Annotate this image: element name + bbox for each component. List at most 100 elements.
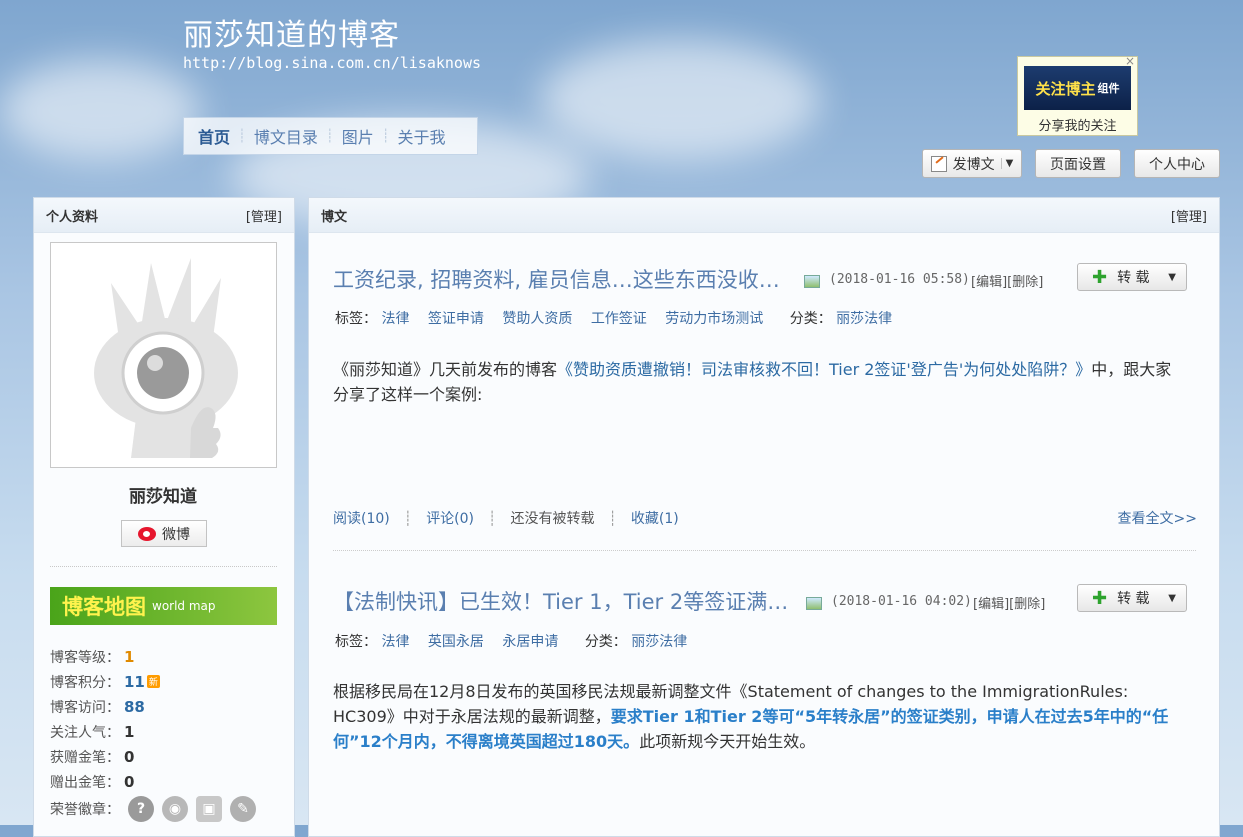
read-more-link[interactable]: 查看全文>>: [1118, 508, 1197, 528]
follow-banner-sub: 组件: [1097, 82, 1120, 95]
chevron-down-icon[interactable]: ▼: [1168, 593, 1176, 604]
avatar[interactable]: [50, 242, 277, 468]
post-time: (2018-01-16 04:02): [831, 594, 972, 609]
post-excerpt: 根据移民局在12月8日发布的英国移民法规最新调整文件《Statement of …: [333, 679, 1173, 754]
tag-link[interactable]: 永居申请: [502, 634, 558, 650]
blog-url[interactable]: http://blog.sina.com.cn/lisaknows: [183, 54, 481, 72]
comment-count-link[interactable]: 评论(0): [426, 511, 474, 527]
delete-link[interactable]: [删除]: [1007, 275, 1043, 290]
post-tags: 标签： 法律 英国永居 永居申请 分类： 丽莎法律: [335, 631, 701, 651]
blog-nav: 首页 ┊ 博文目录 ┊ 图片 ┊ 关于我: [183, 117, 478, 155]
profile-panel-title: 个人资料: [46, 209, 99, 225]
post-time: (2018-01-16 05:58): [829, 272, 970, 287]
stat-value: 0: [124, 747, 135, 766]
repost-label: 转 载: [1117, 270, 1150, 286]
meta-separator: ┊: [608, 511, 617, 527]
close-icon[interactable]: ×: [1125, 54, 1135, 68]
stat-points: 博客积分： 11 新: [50, 669, 256, 694]
repost-status: 还没有被转载: [510, 511, 595, 527]
camera-badge-icon[interactable]: ◉: [162, 796, 188, 822]
stat-value: 0: [124, 772, 135, 791]
post-article-label: 发博文: [952, 156, 995, 173]
category-link[interactable]: 丽莎法律: [631, 634, 687, 650]
blog-map-banner[interactable]: 博客地图 world map: [50, 587, 277, 625]
question-badge-icon[interactable]: ?: [128, 796, 154, 822]
repost-button[interactable]: ✚ 转 载 ▼: [1077, 584, 1187, 612]
stat-label: 荣誉徽章：: [50, 802, 120, 818]
new-badge: 新: [146, 675, 160, 688]
share-follow-link[interactable]: 分享我的关注: [1018, 115, 1137, 134]
profile-panel: 个人资料 [管理] 丽莎知道 微博 博客地图 world map 博客等级： 1: [33, 197, 295, 837]
post-article-button[interactable]: 发博文 ▼: [922, 149, 1022, 178]
stat-label: 获赠金笔：: [50, 749, 120, 766]
post-title[interactable]: 工资纪录, 招聘资料, 雇员信息…这些东西没收…: [333, 264, 780, 294]
tag-link[interactable]: 赞助人资质: [502, 311, 572, 327]
post-divider: [333, 550, 1196, 551]
nav-separator: ┊: [238, 128, 246, 144]
weibo-icon: [138, 526, 156, 541]
meta-separator: ┊: [403, 511, 413, 527]
follow-banner[interactable]: 关注博主 组件: [1024, 66, 1131, 110]
post-title[interactable]: 【法制快讯】已生效！Tier 1，Tier 2等签证满…: [333, 586, 788, 616]
default-avatar-icon: [94, 258, 238, 458]
stat-value[interactable]: 1: [124, 648, 134, 666]
background-cloud: [0, 60, 200, 160]
stat-value: 1: [124, 722, 135, 741]
posts-panel-title: 博文: [321, 209, 348, 225]
tag-link[interactable]: 法律: [381, 311, 409, 327]
read-count-link[interactable]: 阅读(10): [333, 511, 390, 527]
favorite-link[interactable]: 收藏(1): [631, 511, 679, 527]
pen-badge-icon[interactable]: ✎: [230, 796, 256, 822]
image-icon: [804, 275, 820, 288]
tag-link[interactable]: 劳动力市场测试: [665, 311, 763, 327]
profile-manage-link[interactable]: [管理]: [246, 206, 282, 225]
nav-article-list[interactable]: 博文目录: [246, 124, 326, 148]
stat-label: 关注人气：: [50, 724, 120, 741]
stat-honor-badges: 荣誉徽章： ? ◉ ▣ ✎: [50, 794, 256, 824]
chevron-down-icon[interactable]: ▼: [1168, 272, 1176, 283]
stat-label: 博客等级：: [50, 649, 120, 666]
stat-pens-given: 赠出金笔： 0: [50, 769, 256, 794]
stat-pens-received: 获赠金笔： 0: [50, 744, 256, 769]
personal-center-button[interactable]: 个人中心: [1134, 149, 1220, 178]
page-settings-button[interactable]: 页面设置: [1035, 149, 1121, 178]
post-excerpt: 《丽莎知道》几天前发布的博客《赞助资质遭撤销！司法审核救不回！Tier 2签证'…: [333, 357, 1173, 407]
nav-images[interactable]: 图片: [334, 124, 382, 148]
excerpt-link[interactable]: 《赞助资质遭撤销！司法审核救不回！Tier 2签证'登广告'为何处处陷阱？》: [557, 360, 1091, 379]
tags-label: 标签：: [335, 634, 377, 650]
lock-badge-icon[interactable]: ▣: [196, 796, 222, 822]
weibo-button[interactable]: 微博: [121, 520, 207, 547]
repost-label: 转 载: [1117, 591, 1150, 607]
tag-link[interactable]: 签证申请: [428, 311, 484, 327]
profile-name[interactable]: 丽莎知道: [34, 482, 292, 507]
tag-link[interactable]: 英国永居: [428, 634, 484, 650]
nav-home[interactable]: 首页: [198, 124, 238, 148]
posts-manage-link[interactable]: [管理]: [1171, 206, 1207, 225]
tag-link[interactable]: 工作签证: [591, 311, 647, 327]
post-operations: [编辑][删除]: [971, 271, 1043, 290]
nav-about[interactable]: 关于我: [390, 124, 454, 148]
stat-value: 88: [124, 697, 145, 716]
category-link[interactable]: 丽莎法律: [836, 311, 892, 327]
repost-button[interactable]: ✚ 转 载 ▼: [1077, 263, 1187, 291]
post-operations: [编辑][删除]: [973, 593, 1045, 612]
stat-label: 博客积分：: [50, 674, 120, 691]
post-tags: 标签： 法律 签证申请 赞助人资质 工作签证 劳动力市场测试 分类： 丽莎法律: [335, 308, 906, 328]
post-meta: 阅读(10) ┊ 评论(0) ┊ 还没有被转载 ┊ 收藏(1): [333, 508, 679, 528]
stat-label: 博客访问：: [50, 699, 120, 716]
divider: [50, 566, 277, 567]
background-cloud: [540, 40, 820, 160]
blog-map-title: 博客地图: [62, 595, 146, 619]
chevron-down-icon[interactable]: ▼: [1000, 158, 1013, 169]
stat-followers: 关注人气： 1: [50, 719, 256, 744]
category-label: 分类：: [584, 634, 627, 650]
edit-link[interactable]: [编辑]: [971, 275, 1007, 290]
edit-link[interactable]: [编辑]: [973, 597, 1009, 612]
excerpt-text: 《丽莎知道》几天前发布的博客: [333, 360, 558, 379]
nav-separator: ┊: [325, 128, 334, 144]
plus-icon: ✚: [1092, 266, 1108, 288]
edit-note-icon: [930, 155, 947, 172]
delete-link[interactable]: [删除]: [1009, 597, 1045, 612]
tag-link[interactable]: 法律: [381, 634, 409, 650]
follow-widget[interactable]: × 关注博主 组件 分享我的关注: [1017, 54, 1138, 136]
